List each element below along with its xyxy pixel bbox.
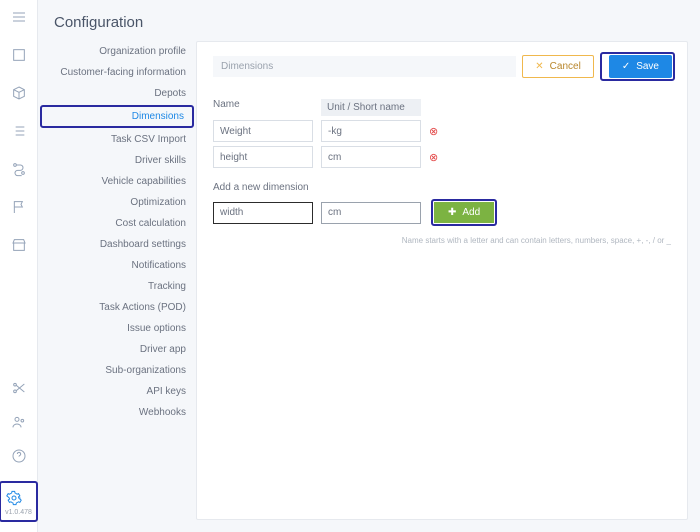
box-icon[interactable]	[10, 84, 28, 102]
settings-icon-highlight: v1.0.478	[0, 481, 38, 522]
col-name-header: Name	[213, 99, 313, 116]
content-panel: Dimensions ✕ Cancel ✓ Save Name	[196, 41, 688, 520]
dimension-row: ⊗	[213, 120, 671, 142]
sidebar-item-webhooks[interactable]: Webhooks	[38, 402, 196, 423]
add-button[interactable]: ✚ Add	[434, 202, 494, 223]
panel-title: Dimensions	[213, 56, 516, 77]
scissors-icon[interactable]	[10, 379, 28, 397]
sidebar-item-customer-info[interactable]: Customer-facing information	[38, 62, 196, 83]
menu-icon[interactable]	[10, 8, 28, 26]
flag-icon[interactable]	[10, 198, 28, 216]
version-label: v1.0.478	[5, 509, 32, 516]
dim-unit-input[interactable]	[321, 146, 421, 168]
gear-icon[interactable]	[5, 489, 23, 507]
icon-rail: v1.0.478	[0, 0, 38, 532]
users-icon[interactable]	[10, 413, 28, 431]
sidebar-item-cost-calc[interactable]: Cost calculation	[38, 213, 196, 234]
page-title: Configuration	[38, 0, 700, 41]
cancel-x-icon: ✕	[535, 61, 543, 72]
sidebar-item-task-actions[interactable]: Task Actions (POD)	[38, 297, 196, 318]
store-icon[interactable]	[10, 236, 28, 254]
save-label: Save	[636, 61, 659, 72]
check-icon: ✓	[622, 61, 630, 72]
save-highlight: ✓ Save	[600, 52, 675, 81]
sidebar-item-api-keys[interactable]: API keys	[38, 381, 196, 402]
col-unit-header: Unit / Short name	[321, 99, 421, 116]
add-highlight: ✚ Add	[431, 199, 497, 226]
sidebar-item-tracking[interactable]: Tracking	[38, 276, 196, 297]
config-sidebar: Organization profile Customer-facing inf…	[38, 41, 196, 532]
new-dim-unit-input[interactable]	[321, 202, 421, 224]
add-dimension-label: Add a new dimension	[213, 182, 671, 193]
sidebar-item-sub-orgs[interactable]: Sub-organizations	[38, 360, 196, 381]
sidebar-item-vehicle-caps[interactable]: Vehicle capabilities	[38, 171, 196, 192]
list-icon[interactable]	[10, 122, 28, 140]
delete-icon[interactable]: ⊗	[429, 151, 438, 164]
dim-unit-input[interactable]	[321, 120, 421, 142]
dim-name-input[interactable]	[213, 120, 313, 142]
plus-icon: ✚	[448, 207, 456, 218]
routes-icon[interactable]	[10, 160, 28, 178]
new-dim-name-input[interactable]	[213, 202, 313, 224]
add-label: Add	[462, 207, 480, 218]
sidebar-item-optimization[interactable]: Optimization	[38, 192, 196, 213]
sidebar-item-org-profile[interactable]: Organization profile	[38, 41, 196, 62]
help-icon[interactable]	[10, 447, 28, 465]
save-button[interactable]: ✓ Save	[609, 55, 672, 78]
sidebar-item-notifications[interactable]: Notifications	[38, 255, 196, 276]
delete-icon[interactable]: ⊗	[429, 125, 438, 138]
cancel-button[interactable]: ✕ Cancel	[522, 55, 594, 78]
sidebar-item-dashboard[interactable]: Dashboard settings	[38, 234, 196, 255]
sidebar-item-dimensions[interactable]: Dimensions	[40, 105, 194, 128]
dim-name-input[interactable]	[213, 146, 313, 168]
hint-text: Name starts with a letter and can contai…	[197, 226, 687, 245]
dimension-row: ⊗	[213, 146, 671, 168]
sidebar-item-task-csv[interactable]: Task CSV Import	[38, 129, 196, 150]
sidebar-item-driver-app[interactable]: Driver app	[38, 339, 196, 360]
sidebar-item-driver-skills[interactable]: Driver skills	[38, 150, 196, 171]
sidebar-item-issue-options[interactable]: Issue options	[38, 318, 196, 339]
map-icon[interactable]	[10, 46, 28, 64]
sidebar-item-depots[interactable]: Depots	[38, 83, 196, 104]
cancel-label: Cancel	[550, 61, 581, 72]
